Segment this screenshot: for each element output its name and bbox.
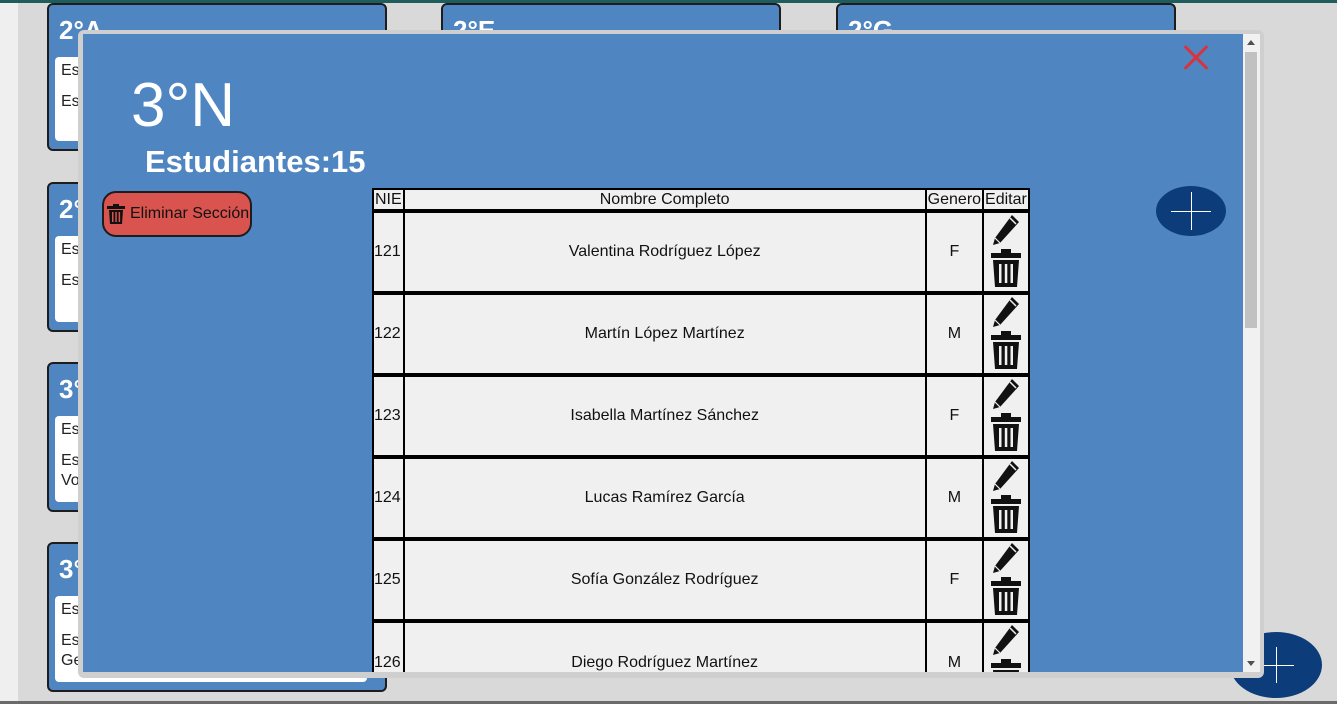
cell-gender: F [924, 537, 985, 622]
plus-icon-stroke [1276, 647, 1277, 683]
pencil-icon[interactable] [991, 623, 1021, 659]
trash-icon[interactable] [990, 413, 1021, 451]
add-student-button[interactable] [1156, 186, 1226, 236]
plus-icon-stroke [1191, 192, 1192, 230]
close-icon[interactable] [1177, 38, 1217, 78]
section-modal: 3°N Estudiantes:15 Eliminar Sección NIE [78, 30, 1264, 678]
header-edit: Editar [982, 188, 1030, 212]
table-row: 126 Diego Rodríguez Martínez M [372, 619, 1030, 672]
cell-actions [982, 373, 1030, 458]
pencil-icon[interactable] [991, 541, 1021, 577]
cell-actions [982, 291, 1030, 376]
table-row: 124 Lucas Ramírez García M [372, 455, 1030, 540]
header-gender: Genero [924, 188, 985, 212]
cell-name: Diego Rodríguez Martínez [402, 619, 927, 672]
scrollbar-thumb[interactable] [1245, 52, 1257, 328]
delete-section-button[interactable]: Eliminar Sección [102, 191, 252, 237]
trash-icon[interactable] [990, 331, 1021, 369]
trash-icon[interactable] [990, 495, 1021, 533]
students-table: NIE Nombre Completo Genero Editar 121 Val… [372, 188, 1030, 672]
cell-actions [982, 619, 1030, 672]
trash-icon[interactable] [990, 659, 1021, 672]
trash-icon [107, 204, 125, 224]
table-header-row: NIE Nombre Completo Genero Editar [372, 188, 1030, 212]
cell-nie: 126 [372, 619, 405, 672]
students-count-label: Estudiantes:15 [145, 144, 366, 180]
pencil-icon[interactable] [991, 459, 1021, 495]
page-left-margin [0, 3, 18, 704]
cell-gender: F [924, 373, 985, 458]
cell-actions [982, 209, 1030, 294]
cell-name: Lucas Ramírez García [402, 455, 927, 540]
cell-gender: M [924, 455, 985, 540]
cell-actions [982, 537, 1030, 622]
header-nie: NIE [372, 188, 405, 212]
cell-actions [982, 455, 1030, 540]
students-count: 15 [331, 144, 366, 179]
table-row: 122 Martín López Martínez M [372, 291, 1030, 376]
trash-icon[interactable] [990, 577, 1021, 615]
scroll-down-icon[interactable] [1247, 661, 1255, 666]
scroll-up-icon[interactable] [1247, 40, 1255, 45]
table-row: 125 Sofía González Rodríguez F [372, 537, 1030, 622]
table-row: 121 Valentina Rodríguez López F [372, 209, 1030, 294]
table-row: 123 Isabella Martínez Sánchez F [372, 373, 1030, 458]
cell-nie: 124 [372, 455, 405, 540]
cell-name: Valentina Rodríguez López [402, 209, 927, 294]
cell-gender: M [924, 619, 985, 672]
section-title: 3°N [131, 71, 236, 140]
students-label: Estudiantes: [145, 144, 332, 179]
cell-name: Martín López Martínez [402, 291, 927, 376]
trash-icon[interactable] [990, 249, 1021, 287]
cell-nie: 125 [372, 537, 405, 622]
cell-gender: F [924, 209, 985, 294]
cell-gender: M [924, 291, 985, 376]
pencil-icon[interactable] [991, 213, 1021, 249]
header-name: Nombre Completo [402, 188, 927, 212]
modal-panel: 3°N Estudiantes:15 Eliminar Sección NIE [83, 34, 1243, 672]
cell-nie: 122 [372, 291, 405, 376]
cell-name: Sofía González Rodríguez [402, 537, 927, 622]
cell-nie: 121 [372, 209, 405, 294]
cell-nie: 123 [372, 373, 405, 458]
pencil-icon[interactable] [991, 377, 1021, 413]
pencil-icon[interactable] [991, 295, 1021, 331]
delete-section-label: Eliminar Sección [130, 205, 250, 222]
cell-name: Isabella Martínez Sánchez [402, 373, 927, 458]
modal-scrollbar[interactable] [1243, 34, 1260, 672]
